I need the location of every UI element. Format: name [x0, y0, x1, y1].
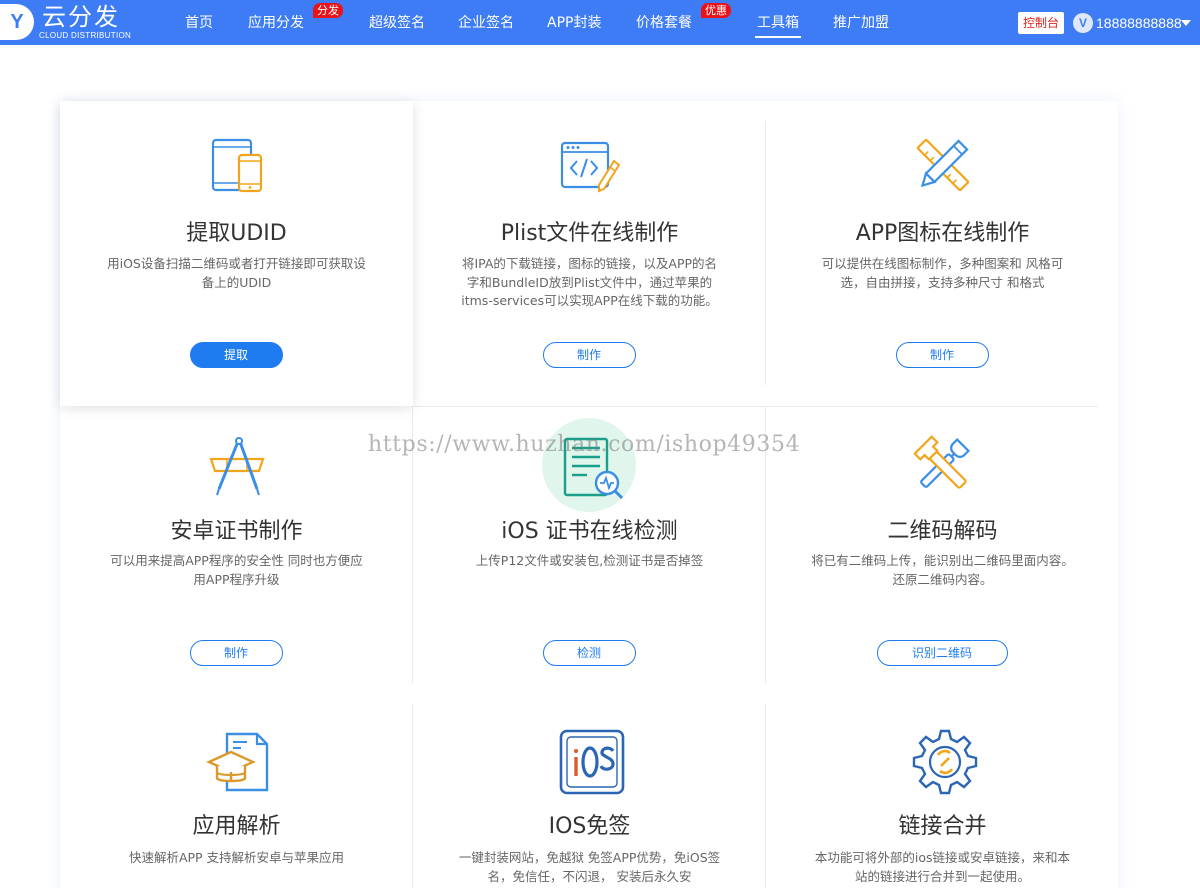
card-title: 安卓证书制作	[170, 519, 303, 544]
avatar[interactable]: V	[1073, 13, 1093, 33]
card-description: 可以用来提高APP程序的安全性 同时也方便应用APP程序升级	[110, 553, 363, 587]
tool-card-udid: 提取UDID 用iOS设备扫描二维码或者打开链接即可获取设备上的UDID 提取	[60, 101, 413, 406]
brand-logo[interactable]: Y 云分发 CLOUD DISTRIBUTION	[0, 0, 140, 45]
compass-drawing-icon	[205, 435, 269, 499]
nav-item-app-distribution[interactable]: 应用分发	[248, 0, 304, 45]
logo-name: 云分发	[42, 3, 120, 31]
nav-item-enterprise-signature[interactable]: 企业签名	[458, 0, 514, 45]
tool-card-android-cert: 安卓证书制作 可以用来提高APP程序的安全性 同时也方便应用APP程序升级 制作	[60, 407, 413, 703]
card-title: APP图标在线制作	[855, 221, 1030, 246]
caret-down-icon[interactable]	[1181, 20, 1191, 26]
top-navbar: Y 云分发 CLOUD DISTRIBUTION 首页 应用分发 分发 超级签名…	[0, 0, 1200, 45]
toolbox-panel: 提取UDID 用iOS设备扫描二维码或者打开链接即可获取设备上的UDID 提取 …	[60, 101, 1118, 888]
nav-item-partnership[interactable]: 推广加盟	[833, 0, 889, 45]
tool-card-app-parse: 应用解析 快速解析APP 支持解析安卓与苹果应用	[60, 704, 413, 888]
card-title: 链接合并	[898, 814, 987, 839]
card-description: 快速解析APP 支持解析安卓与苹果应用	[128, 850, 345, 865]
card-description: 可以提供在线图标制作，多种图案和 风格可选，自由拼接，支持多种尺寸 和格式	[821, 256, 1064, 290]
card-title: 提取UDID	[186, 221, 287, 246]
card-title: 二维码解码	[887, 519, 998, 544]
card-title: Plist文件在线制作	[500, 221, 679, 246]
graduation-document-icon	[205, 728, 273, 796]
decode-qr-button[interactable]: 识别二维码	[876, 640, 1008, 666]
tool-card-app-icon: APP图标在线制作 可以提供在线图标制作，多种图案和 风格可选，自由拼接，支持多…	[766, 101, 1119, 406]
card-description: 上传P12文件或安装包,检测证书是否掉签	[475, 553, 704, 568]
card-description: 将IPA的下载链接，图标的链接，以及APP的名字和BundleID放到Plist…	[461, 256, 718, 308]
logo-subtitle: CLOUD DISTRIBUTION	[39, 31, 132, 40]
card-description: 将已有二维码上传，能识别出二维码里面内容。 还原二维码内容。	[811, 553, 1074, 587]
card-description: 一键封装网站，免越狱 免签APP优势，免iOS签名，免信任，不闪退， 安装后永久…	[458, 850, 721, 884]
nav-item-app-wrap[interactable]: APP封装	[547, 0, 601, 45]
nav-item-super-signature[interactable]: 超级签名	[369, 0, 425, 45]
nav-item-home[interactable]: 首页	[185, 0, 213, 45]
console-button[interactable]: 控制台	[1018, 12, 1064, 34]
card-description: 用iOS设备扫描二维码或者打开链接即可获取设备上的UDID	[107, 256, 366, 290]
nav-item-label: 应用分发	[248, 15, 304, 31]
nav-item-toolbox[interactable]: 工具箱	[755, 0, 801, 45]
make-plist-button[interactable]: 制作	[542, 342, 636, 368]
check-cert-button[interactable]: 检测	[542, 640, 636, 666]
make-app-icon-button[interactable]: 制作	[895, 342, 989, 368]
card-title: 应用解析	[192, 814, 281, 839]
nav-item-pricing[interactable]: 价格套餐	[636, 0, 692, 45]
ios-badge-icon	[558, 728, 626, 796]
logo-badge: Y	[0, 4, 34, 40]
nav-badge-distribution: 分发	[313, 3, 343, 18]
card-title: iOS 证书在线检测	[501, 519, 678, 544]
tool-card-plist: Plist文件在线制作 将IPA的下载链接，图标的链接，以及APP的名字和Bun…	[413, 101, 766, 406]
username[interactable]: 18888888888	[1096, 0, 1182, 45]
nav-badge-discount: 优惠	[701, 3, 731, 18]
code-file-pencil-icon	[558, 135, 622, 199]
pencil-ruler-icon	[911, 133, 975, 197]
hammer-wrench-icon	[911, 433, 975, 497]
tool-card-ios-free-sign: IOS免签 一键封装网站，免越狱 免签APP优势，免iOS签名，免信任，不闪退，…	[413, 704, 766, 888]
ipad-iphone-icon	[205, 133, 269, 197]
tool-card-link-merge: 链接合并 本功能可将外部的ios链接或安卓链接，来和本站的链接进行合并到一起使用…	[766, 704, 1119, 888]
watermark-text: https://www.huzhan.com/ishop49354	[368, 432, 801, 457]
extract-udid-button[interactable]: 提取	[189, 342, 283, 368]
gear-link-icon	[911, 728, 979, 796]
card-description: 本功能可将外部的ios链接或安卓链接，来和本站的链接进行合并到一起使用。	[814, 850, 1071, 884]
card-title: IOS免签	[548, 814, 631, 839]
tool-card-qr-decode: 二维码解码 将已有二维码上传，能识别出二维码里面内容。 还原二维码内容。 识别二…	[766, 407, 1119, 703]
make-android-cert-button[interactable]: 制作	[189, 640, 283, 666]
